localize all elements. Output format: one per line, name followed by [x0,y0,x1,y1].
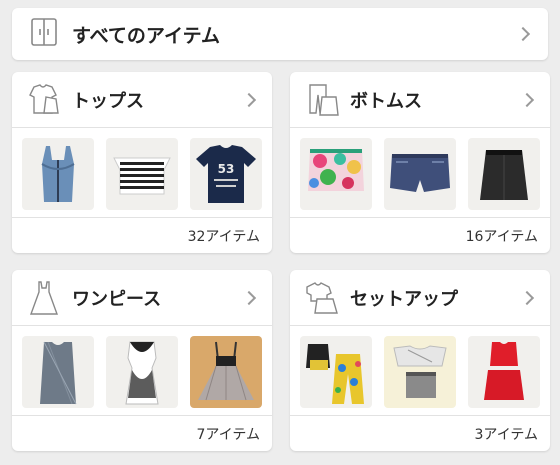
item-thumbnail[interactable] [384,138,456,210]
category-title: ボトムス [350,90,422,112]
item-thumbnail[interactable] [106,138,178,210]
all-items-label: すべてのアイテム [72,24,221,47]
tops-icon [24,80,64,120]
item-count: 16アイテム [290,217,550,253]
category-card-dress[interactable]: ワンピース 7アイテム [12,270,272,451]
item-thumbnail[interactable] [468,138,540,210]
item-thumbnail[interactable] [300,336,372,408]
item-thumbnail[interactable] [300,138,372,210]
chevron-right-icon [241,290,257,305]
item-count: 32アイテム [12,217,272,253]
chevron-right-icon [515,26,531,42]
category-card-bottoms[interactable]: ボトムス 16アイテム [290,72,550,253]
chevron-right-icon [519,92,535,107]
item-count: 3アイテム [290,415,550,451]
category-title: トップス [72,90,144,112]
category-card-tops[interactable]: トップス 53 32アイテム [12,72,272,253]
bottoms-icon [302,80,342,120]
item-thumbnail[interactable]: 53 [190,138,262,210]
category-title: セットアップ [350,288,458,310]
item-thumbnail[interactable] [468,336,540,408]
svg-text:53: 53 [218,162,235,176]
category-header[interactable]: ボトムス [290,72,550,128]
category-header[interactable]: ワンピース [12,270,272,326]
item-thumbnail[interactable] [190,336,262,408]
closet-icon [30,17,58,51]
item-thumbnail[interactable] [106,336,178,408]
item-thumbnail[interactable] [22,336,94,408]
category-card-setup[interactable]: セットアップ 3アイテム [290,270,550,451]
chevron-right-icon [519,290,535,305]
setup-icon [302,278,342,318]
chevron-right-icon [241,92,257,107]
item-thumbnail[interactable] [22,138,94,210]
dress-icon [24,278,64,318]
item-thumbnail[interactable] [384,336,456,408]
all-items-row[interactable]: すべてのアイテム [12,8,548,60]
category-header[interactable]: トップス [12,72,272,128]
category-title: ワンピース [72,288,162,310]
item-count: 7アイテム [12,415,272,451]
category-header[interactable]: セットアップ [290,270,550,326]
